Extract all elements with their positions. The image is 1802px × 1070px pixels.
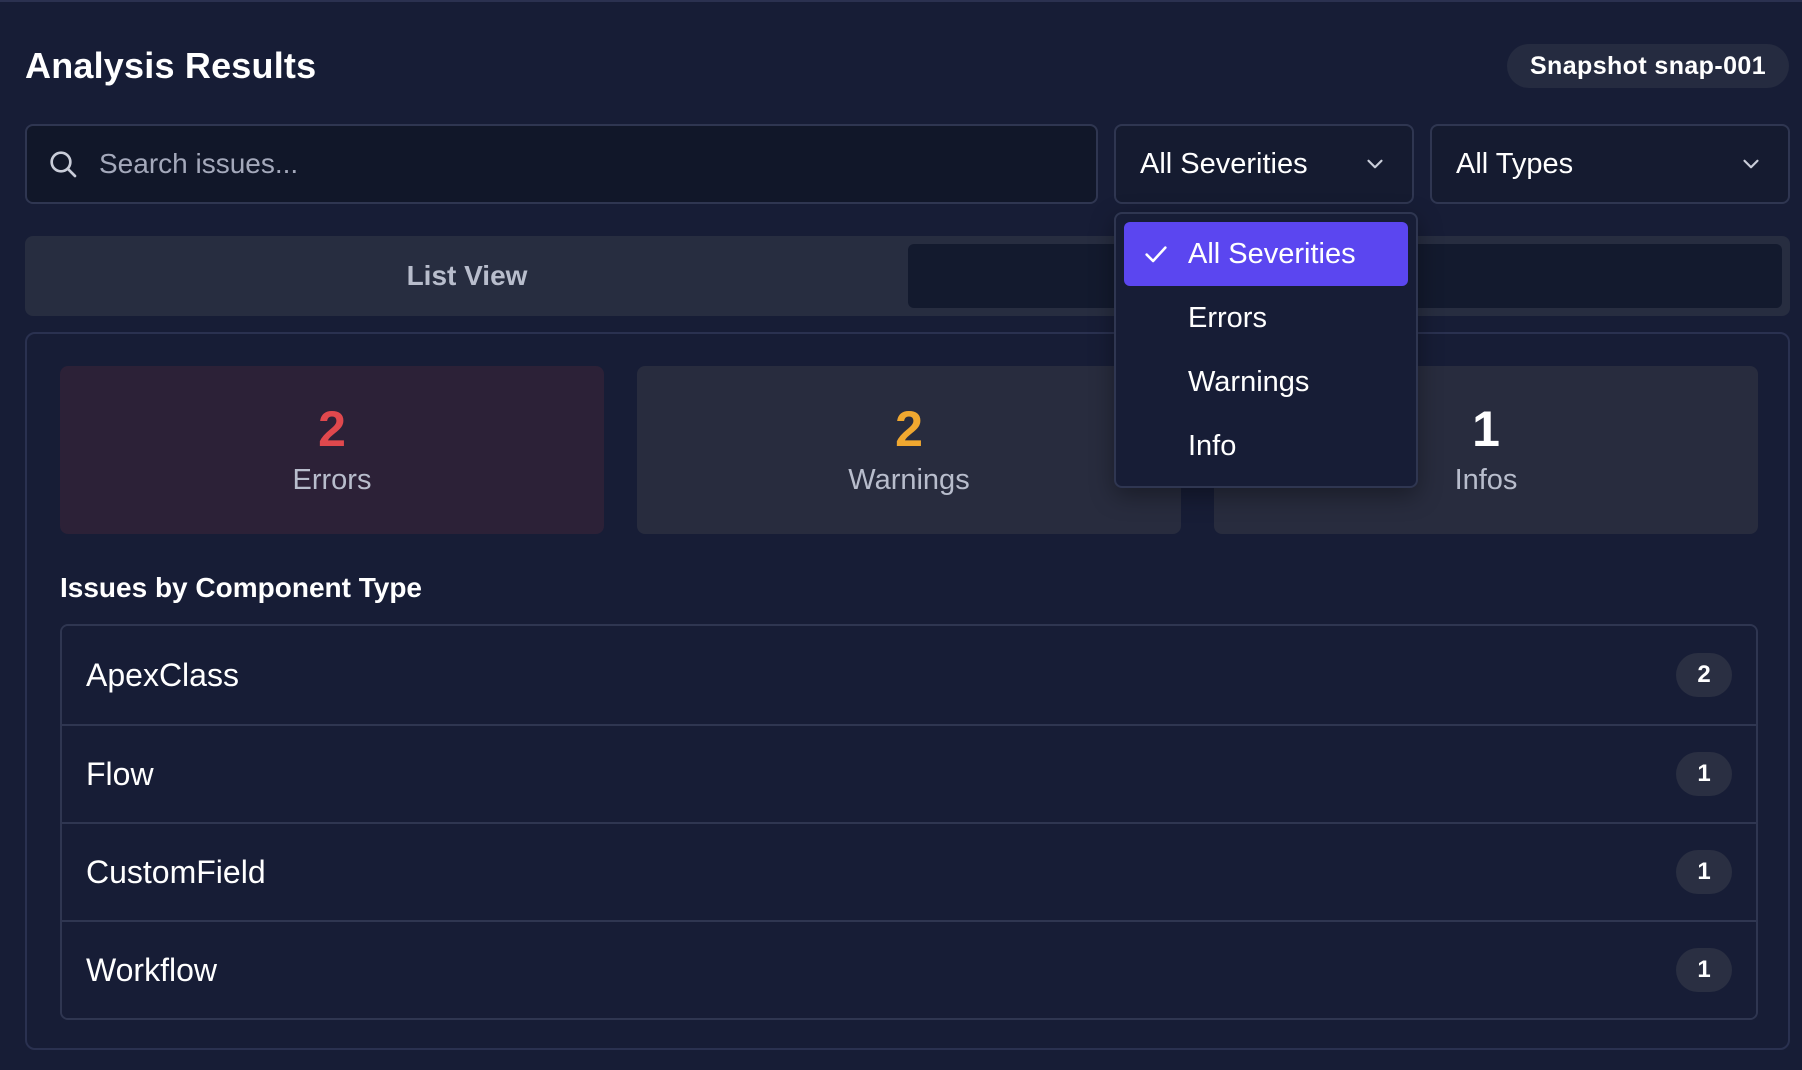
warnings-summary-card: 2 Warnings	[637, 366, 1181, 534]
tab-list-view[interactable]: List View	[25, 236, 909, 316]
severity-option-all[interactable]: All Severities	[1124, 222, 1408, 286]
analysis-results-page: Analysis Results Snapshot snap-001 All S…	[0, 0, 1802, 1070]
warnings-count: 2	[895, 400, 923, 457]
check-icon	[1145, 246, 1167, 263]
severity-select[interactable]: All Severities	[1114, 124, 1414, 204]
severity-option-label: Info	[1188, 429, 1237, 462]
issue-count-badge: 1	[1676, 850, 1732, 894]
component-type-row-apexclass[interactable]: ApexClass 2	[62, 626, 1756, 724]
issue-count-badge: 2	[1676, 653, 1732, 697]
errors-label: Errors	[292, 463, 372, 496]
component-type-row-workflow[interactable]: Workflow 1	[62, 920, 1756, 1018]
component-type-name: CustomField	[86, 853, 266, 890]
severity-option-info[interactable]: Info	[1124, 414, 1408, 478]
warnings-label: Warnings	[848, 463, 970, 496]
severity-option-errors[interactable]: Errors	[1124, 286, 1408, 350]
severity-option-label: All Severities	[1188, 237, 1356, 270]
severity-select-value: All Severities	[1140, 147, 1308, 180]
severity-option-label: Errors	[1188, 301, 1267, 334]
infos-count: 1	[1472, 400, 1500, 457]
page-title: Analysis Results	[25, 45, 317, 86]
chevron-down-icon	[1367, 159, 1383, 169]
issue-count-badge: 1	[1676, 948, 1732, 992]
component-type-name: ApexClass	[86, 656, 239, 693]
type-select-value: All Types	[1456, 147, 1574, 180]
severity-option-warnings[interactable]: Warnings	[1124, 350, 1408, 414]
severity-option-label: Warnings	[1188, 365, 1310, 398]
snapshot-badge: Snapshot snap-001	[1506, 44, 1789, 88]
infos-label: Infos	[1454, 463, 1518, 496]
component-type-name: Flow	[86, 755, 154, 792]
chevron-down-icon	[1743, 159, 1759, 169]
errors-summary-card: 2 Errors	[60, 366, 604, 534]
results-panel: 2 Errors 2 Warnings 1 Infos Issues by Co…	[25, 332, 1790, 1050]
component-type-row-flow[interactable]: Flow 1	[62, 724, 1756, 822]
type-select[interactable]: All Types	[1430, 124, 1790, 204]
component-type-name: Workflow	[86, 951, 217, 988]
severity-dropdown-menu: All Severities Errors Warnings Info	[1114, 212, 1418, 488]
search-box[interactable]	[25, 124, 1098, 204]
component-type-list: ApexClass 2 Flow 1 CustomField 1 Workflo…	[60, 624, 1758, 1020]
view-tabs: List View	[25, 236, 1790, 316]
component-types-title: Issues by Component Type	[60, 572, 422, 603]
issue-count-badge: 1	[1676, 752, 1732, 796]
header: Analysis Results Snapshot snap-001	[25, 40, 1789, 92]
search-icon	[50, 151, 77, 178]
search-input[interactable]	[99, 148, 999, 180]
errors-count: 2	[318, 400, 346, 457]
component-type-row-customfield[interactable]: CustomField 1	[62, 822, 1756, 920]
tab-list-view-label: List View	[406, 260, 528, 291]
